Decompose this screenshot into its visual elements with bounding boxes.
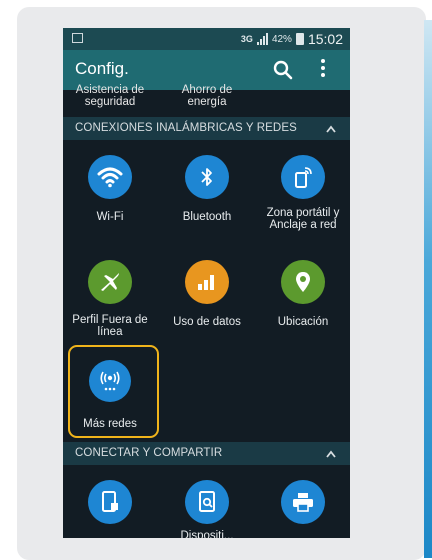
- chevron-up-icon: [326, 125, 336, 133]
- bluetooth-icon: [185, 155, 229, 199]
- clock: 15:02: [307, 31, 343, 47]
- hotspot-icon: [281, 155, 325, 199]
- highlight-box: [68, 345, 159, 438]
- item-label: Bluetooth: [182, 211, 232, 223]
- battery-percent: 42%: [271, 33, 292, 45]
- phone-screen: 3G 42% 15:02 Config. Asistencia de segur…: [63, 28, 350, 538]
- location-icon: [281, 260, 325, 304]
- overflow-menu-icon[interactable]: [319, 59, 327, 81]
- settings-item-nfc[interactable]: [63, 480, 157, 524]
- nearby-devices-icon: [185, 480, 229, 524]
- decorative-edge: [424, 20, 432, 558]
- item-label: Perfil Fuera de línea: [72, 314, 148, 338]
- printer-icon: [281, 480, 325, 524]
- item-label: Uso de datos: [173, 316, 241, 328]
- wifi-icon: [88, 155, 132, 199]
- item-label: Zona portátil y Anclaje a red: [266, 207, 340, 231]
- item-label: Dispositi...: [180, 530, 234, 538]
- item-label: Wi-Fi: [96, 211, 124, 223]
- section-label: CONEXIONES INALÁMBRICAS Y REDES: [75, 122, 297, 134]
- partial-item-power-saving[interactable]: Ahorro de energía: [167, 84, 247, 108]
- settings-item-data-usage[interactable]: Uso de datos: [160, 260, 254, 328]
- search-icon[interactable]: [273, 60, 293, 80]
- gallery-notification-icon: [72, 33, 83, 43]
- nfc-icon: [88, 480, 132, 524]
- page-title: Config.: [75, 59, 129, 78]
- settings-item-hotspot[interactable]: Zona portátil y Anclaje a red: [256, 155, 350, 231]
- data-usage-icon: [185, 260, 229, 304]
- section-header-wireless[interactable]: CONEXIONES INALÁMBRICAS Y REDES: [63, 117, 350, 140]
- settings-item-bluetooth[interactable]: Bluetooth: [160, 155, 254, 223]
- section-header-connect-share[interactable]: CONECTAR Y COMPARTIR: [63, 442, 350, 465]
- signal-icon: [256, 33, 268, 45]
- airplane-icon: [88, 260, 132, 304]
- settings-item-wifi[interactable]: Wi-Fi: [63, 155, 157, 223]
- item-label: Ubicación: [277, 316, 329, 328]
- network-type: 3G: [240, 34, 253, 44]
- settings-item-airplane[interactable]: Perfil Fuera de línea: [63, 260, 157, 338]
- battery-icon: [295, 33, 304, 45]
- settings-item-nearby-devices[interactable]: Dispositi...: [160, 480, 254, 538]
- status-bar: 3G 42% 15:02: [63, 28, 350, 50]
- chevron-up-icon: [326, 450, 336, 458]
- settings-item-printing[interactable]: [256, 480, 350, 524]
- settings-item-location[interactable]: Ubicación: [256, 260, 350, 328]
- partial-item-security[interactable]: Asistencia de seguridad: [63, 84, 157, 108]
- section-label: CONECTAR Y COMPARTIR: [75, 447, 223, 459]
